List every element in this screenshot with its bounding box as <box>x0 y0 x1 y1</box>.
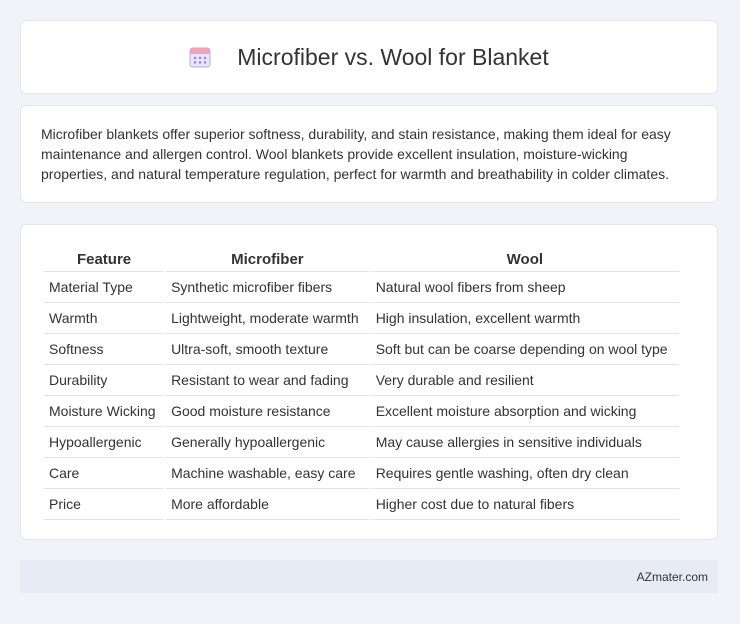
title-card: Microfiber vs. Wool for Blanket <box>20 20 718 94</box>
cell-microfiber: Good moisture resistance <box>166 396 369 427</box>
footer: AZmater.com <box>20 560 718 593</box>
cell-feature: Care <box>44 458 165 489</box>
cell-wool: Soft but can be coarse depending on wool… <box>370 334 679 365</box>
table-row: Care Machine washable, easy care Require… <box>44 458 679 489</box>
cell-microfiber: Synthetic microfiber fibers <box>166 272 369 303</box>
cell-microfiber: Generally hypoallergenic <box>166 427 369 458</box>
footer-site-link[interactable]: AZmater.com <box>637 570 708 584</box>
cell-feature: Warmth <box>44 303 165 334</box>
header-wool: Wool <box>370 245 679 272</box>
cell-feature: Softness <box>44 334 165 365</box>
summary-card: Microfiber blankets offer superior softn… <box>20 105 718 203</box>
table-row: Moisture Wicking Good moisture resistanc… <box>44 396 679 427</box>
cell-wool: Excellent moisture absorption and wickin… <box>370 396 679 427</box>
cell-microfiber: Machine washable, easy care <box>166 458 369 489</box>
cell-feature: Durability <box>44 365 165 396</box>
header-microfiber: Microfiber <box>166 245 369 272</box>
table-row: Durability Resistant to wear and fading … <box>44 365 679 396</box>
table-row: Hypoallergenic Generally hypoallergenic … <box>44 427 679 458</box>
cell-wool: Higher cost due to natural fibers <box>370 489 679 520</box>
table-row: Price More affordable Higher cost due to… <box>44 489 679 520</box>
table-header-row: Feature Microfiber Wool <box>44 245 679 272</box>
header-feature: Feature <box>44 245 165 272</box>
cell-wool: May cause allergies in sensitive individ… <box>370 427 679 458</box>
calendar-icon <box>189 46 211 68</box>
cell-microfiber: Ultra-soft, smooth texture <box>166 334 369 365</box>
comparison-table-card: Feature Microfiber Wool Material Type Sy… <box>20 224 718 540</box>
table-row: Warmth Lightweight, moderate warmth High… <box>44 303 679 334</box>
cell-feature: Moisture Wicking <box>44 396 165 427</box>
cell-wool: Requires gentle washing, often dry clean <box>370 458 679 489</box>
cell-wool: High insulation, excellent warmth <box>370 303 679 334</box>
page-title: Microfiber vs. Wool for Blanket <box>237 43 549 70</box>
cell-microfiber: Resistant to wear and fading <box>166 365 369 396</box>
cell-feature: Material Type <box>44 272 165 303</box>
cell-microfiber: Lightweight, moderate warmth <box>166 303 369 334</box>
table-row: Softness Ultra-soft, smooth texture Soft… <box>44 334 679 365</box>
table-row: Material Type Synthetic microfiber fiber… <box>44 272 679 303</box>
cell-wool: Very durable and resilient <box>370 365 679 396</box>
cell-feature: Hypoallergenic <box>44 427 165 458</box>
cell-wool: Natural wool fibers from sheep <box>370 272 679 303</box>
comparison-table: Feature Microfiber Wool Material Type Sy… <box>42 245 681 520</box>
cell-microfiber: More affordable <box>166 489 369 520</box>
cell-feature: Price <box>44 489 165 520</box>
summary-text: Microfiber blankets offer superior softn… <box>41 126 671 182</box>
